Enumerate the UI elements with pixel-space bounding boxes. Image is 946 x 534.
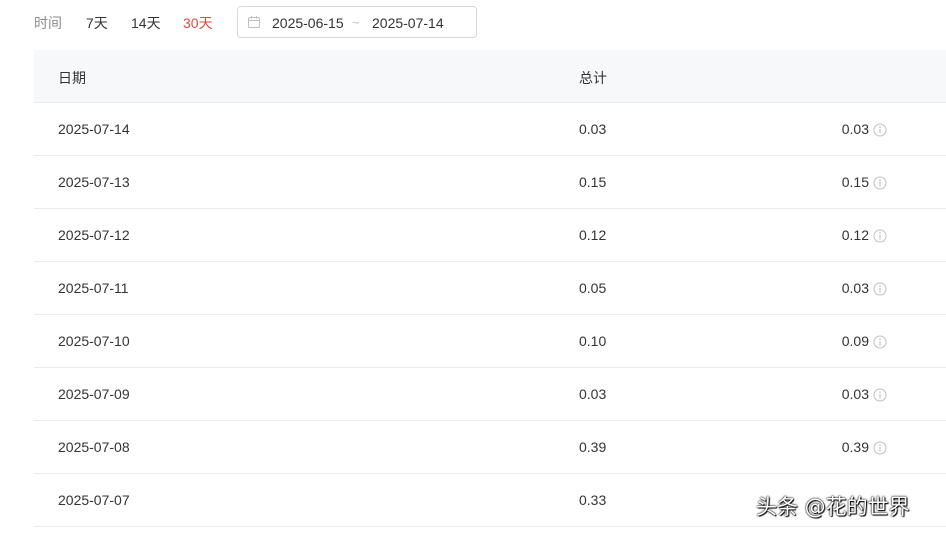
cell-total: 0.03 — [579, 386, 607, 402]
cell-value: 0.09 — [841, 333, 869, 349]
table-row: 2025-07-13 0.15 0.15 — [34, 156, 946, 209]
date-start-value[interactable]: 2025-06-15 — [272, 15, 344, 31]
time-filter-label: 时间 — [34, 15, 62, 31]
range-7-days[interactable]: 7天 — [86, 13, 108, 33]
cell-date: 2025-07-11 — [58, 280, 129, 296]
cell-date: 2025-07-09 — [58, 386, 130, 402]
date-range-picker[interactable]: 2025-06-15 ~ 2025-07-14 — [237, 6, 477, 38]
table-row: 2025-07-09 0.03 0.03 — [34, 368, 946, 421]
table-row: 2025-07-08 0.39 0.39 — [34, 421, 946, 474]
time-filter-bar: 时间 7天 14天 30天 2025-06-15 ~ 2025-07-14 — [0, 0, 946, 44]
range-14-days[interactable]: 14天 — [131, 13, 161, 33]
column-header-date: 日期 — [58, 70, 86, 86]
table-row: 2025-07-14 0.03 0.03 — [34, 103, 946, 156]
data-table: 日期 总计 2025-07-14 0.03 0.03 2025-07-13 0.15 0.… — [34, 50, 946, 527]
cell-date: 2025-07-07 — [58, 492, 130, 508]
cell-value: 0.39 — [841, 439, 869, 455]
info-icon[interactable] — [873, 123, 887, 137]
cell-date: 2025-07-12 — [58, 227, 130, 243]
calendar-icon — [248, 16, 260, 28]
column-header-total: 总计 — [579, 70, 607, 86]
table-row: 2025-07-11 0.05 0.03 — [34, 262, 946, 315]
cell-date: 2025-07-13 — [58, 174, 130, 190]
cell-date: 2025-07-08 — [58, 439, 130, 455]
cell-total: 0.39 — [579, 439, 607, 455]
info-icon[interactable] — [873, 335, 887, 349]
cell-date: 2025-07-10 — [58, 333, 130, 349]
date-separator: ~ — [352, 15, 360, 30]
cell-total: 0.12 — [579, 227, 607, 243]
cell-value: 0.15 — [841, 174, 869, 190]
table-row: 2025-07-10 0.10 0.09 — [34, 315, 946, 368]
watermark: 头条 @花的世界 — [756, 495, 910, 519]
cell-total: 0.10 — [579, 333, 607, 349]
cell-total: 0.15 — [579, 174, 607, 190]
cell-value: 0.03 — [841, 386, 869, 402]
cell-value: 0.03 — [841, 121, 869, 137]
info-icon[interactable] — [873, 229, 887, 243]
cell-value: 0.03 — [841, 280, 869, 296]
cell-total: 0.03 — [579, 121, 607, 137]
table-body: 2025-07-14 0.03 0.03 2025-07-13 0.15 0.15 2025… — [34, 103, 946, 527]
table-row: 2025-07-12 0.12 0.12 — [34, 209, 946, 262]
info-icon[interactable] — [873, 176, 887, 190]
info-icon[interactable] — [873, 282, 887, 296]
cell-value: 0.12 — [841, 227, 869, 243]
cell-total: 0.05 — [579, 280, 607, 296]
range-30-days[interactable]: 30天 — [183, 13, 213, 33]
info-icon[interactable] — [873, 388, 887, 402]
cell-date: 2025-07-14 — [58, 121, 130, 137]
date-end-value[interactable]: 2025-07-14 — [372, 15, 444, 31]
cell-total: 0.33 — [579, 492, 607, 508]
info-icon[interactable] — [873, 441, 887, 455]
table-header-row: 日期 总计 — [34, 50, 946, 103]
